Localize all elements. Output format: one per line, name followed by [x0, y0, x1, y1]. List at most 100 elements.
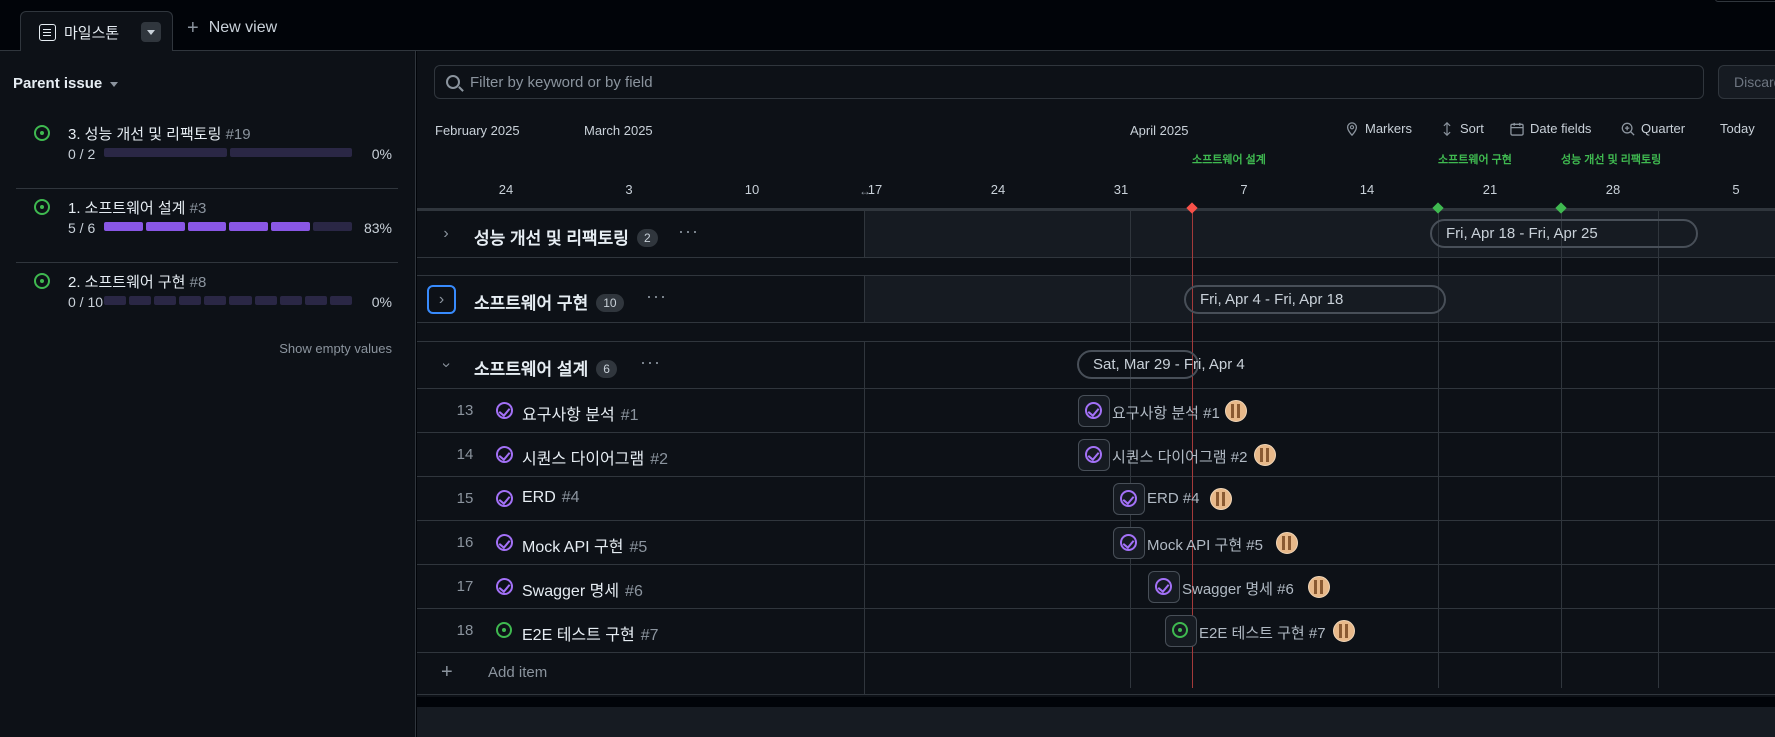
- progress-bar: [104, 222, 352, 231]
- item-title-text: 시퀀스 다이어그램: [522, 451, 645, 468]
- slice-item-design[interactable]: 1. 소프트웨어 설계 #3 5 / 6 83%: [16, 189, 398, 263]
- item-title[interactable]: 요구사항 분석 #1: [522, 401, 639, 425]
- filter-input[interactable]: Filter by keyword or by field: [434, 65, 1704, 99]
- item-number: #5: [629, 539, 648, 556]
- item-title[interactable]: Mock API 구현 #5: [522, 533, 647, 557]
- slice-by-field-button[interactable]: Parent issue: [13, 75, 119, 92]
- date-fields-button[interactable]: Date fields: [1510, 121, 1591, 136]
- plus-icon: +: [187, 17, 199, 39]
- item-number: #7: [640, 627, 659, 644]
- milestone-marker-label[interactable]: 소프트웨어 구현: [1438, 151, 1512, 167]
- roadmap-footer: [417, 697, 1775, 737]
- slice-item-perf[interactable]: 3. 성능 개선 및 리팩토링 #19 0 / 2 0%: [16, 115, 398, 189]
- chevron-right-icon[interactable]: ›: [427, 285, 456, 314]
- filter-placeholder: Filter by keyword or by field: [470, 74, 653, 91]
- assignee-avatar[interactable]: [1225, 400, 1247, 422]
- timeline-item-bar[interactable]: [1078, 395, 1110, 427]
- table-row[interactable]: 16 Mock API 구현 #5: [417, 521, 1775, 565]
- milestone-marker-label[interactable]: 소프트웨어 설계: [1192, 151, 1266, 167]
- more-options-icon[interactable]: ···: [640, 352, 661, 373]
- more-options-icon[interactable]: ···: [646, 286, 667, 307]
- view-options-caret-icon[interactable]: [141, 22, 162, 42]
- chevron-right-icon[interactable]: ›: [437, 225, 455, 243]
- location-pin-icon: [1346, 121, 1358, 136]
- group-count-badge: 2: [636, 229, 658, 247]
- progress-segment: [229, 222, 269, 231]
- table-row[interactable]: 15 ERD #4: [417, 477, 1775, 521]
- timeline-item-bar[interactable]: [1113, 527, 1145, 559]
- row-number: 17: [456, 578, 474, 595]
- assignee-avatar[interactable]: [1333, 620, 1355, 642]
- issue-closed-icon: [496, 490, 513, 507]
- new-view-button[interactable]: + New view: [187, 17, 277, 39]
- group-header-impl: › 소프트웨어 구현 10 ···: [417, 275, 1775, 323]
- slice-title-text: 3. 성능 개선 및 리팩토링: [68, 126, 222, 143]
- timeline-item-bar[interactable]: [1165, 615, 1197, 647]
- day-tick: 31: [1113, 182, 1129, 197]
- day-tick: 28: [1605, 182, 1621, 197]
- table-icon: [39, 23, 56, 41]
- progress-segment: [129, 296, 152, 305]
- milestone-marker-label[interactable]: 성능 개선 및 리팩토링: [1561, 151, 1661, 167]
- group-date-range[interactable]: Fri, Apr 18 - Fri, Apr 25: [1430, 219, 1698, 248]
- view-tab-label: 마일스톤: [64, 24, 120, 42]
- slice-title-text: 1. 소프트웨어 설계: [68, 200, 186, 217]
- issue-closed-icon: [1085, 446, 1102, 463]
- row-number: 14: [456, 446, 474, 463]
- day-tick: 5: [1732, 182, 1740, 197]
- slice-item-impl[interactable]: 2. 소프트웨어 구현 #8 0 / 10 0%: [16, 263, 398, 337]
- progress-segment: [204, 296, 227, 305]
- item-title-text: Mock API 구현: [522, 539, 624, 556]
- month-gridline: [1658, 210, 1659, 688]
- today-label: Today: [1720, 121, 1755, 136]
- assignee-avatar[interactable]: [1308, 576, 1330, 598]
- chevron-down-icon[interactable]: ›: [437, 356, 455, 374]
- assignee-avatar[interactable]: [1254, 444, 1276, 466]
- zoom-level-button[interactable]: Quarter: [1621, 121, 1685, 136]
- progress-segment: [313, 222, 352, 231]
- group-date-range[interactable]: Fri, Apr 4 - Fri, Apr 18: [1184, 285, 1446, 314]
- item-number: #2: [650, 451, 669, 468]
- view-tab-bar: 마일스톤 + New view: [0, 0, 1775, 52]
- assignee-avatar[interactable]: [1210, 488, 1232, 510]
- markers-button[interactable]: Markers: [1345, 121, 1412, 136]
- table-row[interactable]: 17 Swagger 명세 #6: [417, 565, 1775, 609]
- item-title[interactable]: 시퀀스 다이어그램 #2: [522, 445, 668, 469]
- slice-issue-number: #19: [225, 126, 251, 143]
- progress-segment: [104, 148, 227, 157]
- timeline-item-bar[interactable]: [1148, 571, 1180, 603]
- progress-percent: 0%: [371, 294, 392, 310]
- item-title[interactable]: E2E 테스트 구현 #7: [522, 621, 659, 645]
- sort-button[interactable]: Sort: [1440, 121, 1484, 136]
- row-number: 15: [456, 490, 474, 507]
- row-number: 16: [456, 534, 474, 551]
- group-title: 소프트웨어 설계 6: [474, 355, 617, 380]
- timeline-item-label: Swagger 명세 #6: [1182, 581, 1294, 598]
- item-title[interactable]: Swagger 명세 #6: [522, 577, 643, 601]
- assignee-avatar[interactable]: [1276, 532, 1298, 554]
- row-cell: 18 E2E 테스트 구현 #7: [417, 609, 865, 652]
- group-title: 성능 개선 및 리팩토링 2: [474, 224, 658, 249]
- discard-button[interactable]: Discard: [1718, 65, 1775, 99]
- slice-issue-number: #8: [189, 274, 207, 291]
- top-right-control[interactable]: [1715, 0, 1775, 2]
- timeline-item-bar[interactable]: [1113, 483, 1145, 515]
- timeline-item-bar[interactable]: [1078, 439, 1110, 471]
- row-cell: 16 Mock API 구현 #5: [417, 521, 865, 564]
- calendar-icon: [1510, 122, 1524, 136]
- progress-percent: 0%: [371, 146, 392, 162]
- table-row[interactable]: 18 E2E 테스트 구현 #7: [417, 609, 1775, 653]
- more-options-icon[interactable]: ···: [678, 221, 699, 242]
- progress-segment: [279, 296, 302, 305]
- add-item-row[interactable]: + Add item: [417, 651, 1775, 695]
- show-empty-values-button[interactable]: Show empty values: [279, 341, 392, 356]
- view-tab-milestone[interactable]: 마일스톤: [20, 11, 173, 52]
- item-title[interactable]: ERD #4: [522, 489, 580, 507]
- today-button[interactable]: Today: [1720, 121, 1755, 136]
- slice-title-text: 2. 소프트웨어 구현: [68, 274, 186, 291]
- item-number: #1: [620, 407, 639, 424]
- column-resize-handle-icon[interactable]: ↔: [859, 184, 871, 198]
- milestone-gridline: [1561, 210, 1562, 688]
- month-label: February 2025: [435, 123, 520, 138]
- group-date-range[interactable]: Sat, Mar 29 - Fri, Apr 4: [1077, 350, 1245, 379]
